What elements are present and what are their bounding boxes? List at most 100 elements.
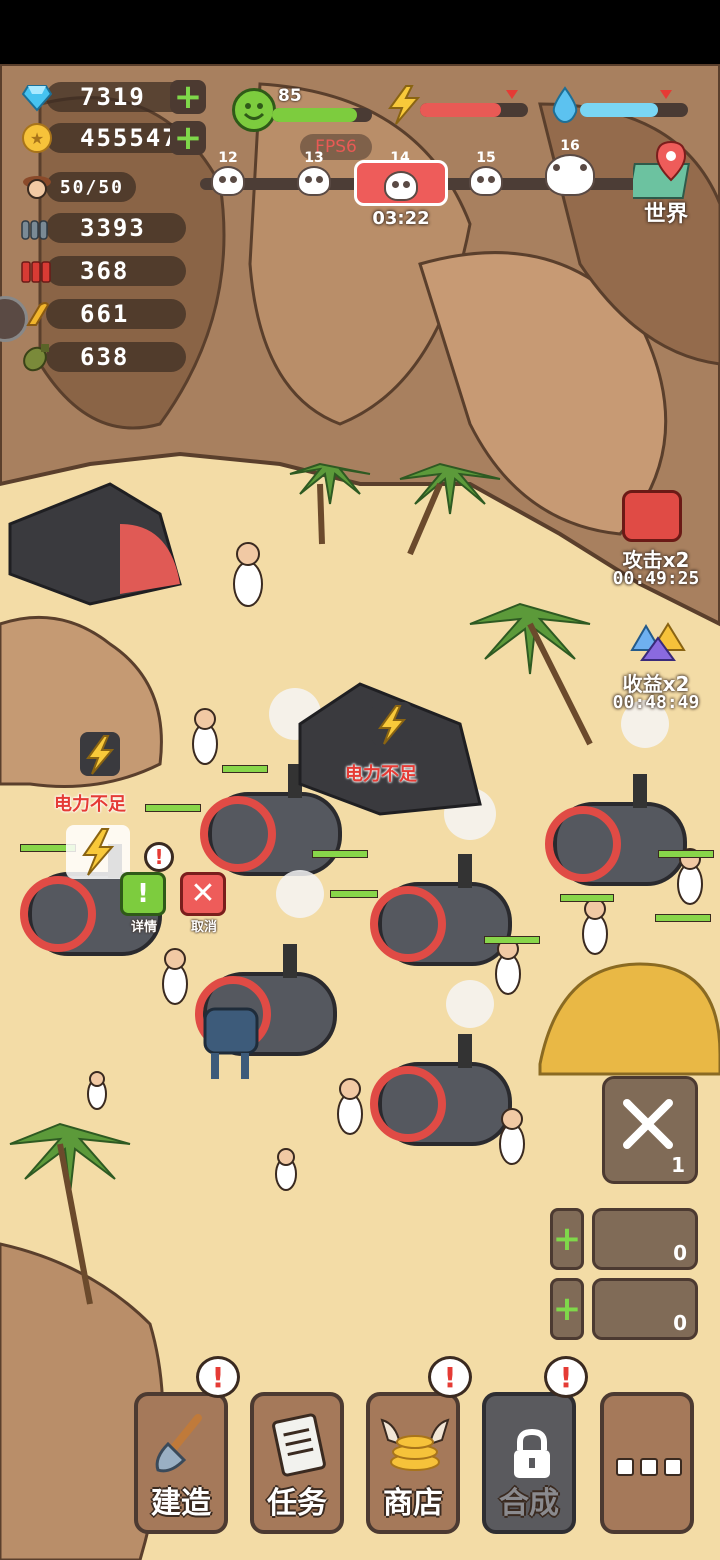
happiness-bar-fill <box>272 108 357 122</box>
worker-alert-bubble[interactable]: ! <box>144 842 174 872</box>
bombs-resource: 638 <box>20 340 186 374</box>
lock-icon <box>514 1428 550 1478</box>
income-boost-button[interactable]: 收益x2 00:48:49 <box>600 620 712 720</box>
power-icon <box>386 84 422 126</box>
bombs-count: 638 <box>46 342 186 372</box>
add-slot-2-button[interactable]: + <box>550 1278 584 1340</box>
wave-label: 15 <box>476 150 496 166</box>
skull-icon <box>211 166 245 196</box>
gunner-avatar-icon <box>622 490 682 542</box>
wave-countdown: 03:22 <box>372 208 430 229</box>
bullets-count: 3393 <box>46 213 186 243</box>
population-resource: 50/50 <box>20 170 150 204</box>
resource-slot-1-count: 0 <box>673 1241 687 1265</box>
happiness-value: 85 <box>278 86 302 106</box>
wave-node-16-boss[interactable]: 16 <box>540 138 600 196</box>
repair-tools-button[interactable]: 1 <box>602 1076 698 1184</box>
selected-power-warning-icon <box>66 825 130 879</box>
svg-text:★: ★ <box>30 129 44 148</box>
shells-count: 368 <box>46 256 186 286</box>
cancel-icon: ✕ <box>180 872 226 916</box>
shop-label: 商店 <box>383 1486 443 1521</box>
power-warning-label: 电力不足 <box>345 764 417 785</box>
task-list-icon <box>272 1413 326 1477</box>
merge-label: 合成 <box>499 1486 559 1521</box>
shotgun-shells-icon <box>20 254 54 288</box>
power-drain-indicator <box>506 90 518 99</box>
wave-node-13[interactable]: 13 <box>292 150 336 196</box>
tasks-button[interactable]: 任务 <box>250 1392 344 1534</box>
cancel-label: 取消 <box>190 920 217 935</box>
boss-skull-icon <box>545 154 595 196</box>
gold-coins-icon <box>380 1418 450 1471</box>
bullets-resource: 3393 <box>20 211 186 245</box>
water-bar <box>580 103 688 117</box>
resource-slot-2-count: 0 <box>673 1311 687 1335</box>
power-bar-fill <box>420 103 501 117</box>
power-warning-icon <box>78 730 122 780</box>
income-boost-timer: 00:48:49 <box>612 692 700 713</box>
more-dots-icon <box>616 1458 682 1476</box>
tasks-label: 任务 <box>267 1486 327 1521</box>
build-label: 建造 <box>151 1486 211 1521</box>
rifle-bullet-icon <box>20 297 54 331</box>
shells-resource: 368 <box>20 254 186 288</box>
diamond-resource: 7319 <box>20 80 196 114</box>
shop-alert-bubble: ! <box>428 1356 472 1398</box>
attack-boost-timer: 00:49:25 <box>612 568 700 589</box>
skull-icon <box>384 171 418 201</box>
hp-bar <box>484 936 540 944</box>
shovel-icon <box>155 1414 202 1473</box>
water-drop-icon <box>550 86 580 124</box>
merge-button-locked[interactable]: 合成 <box>482 1392 576 1534</box>
resource-slot-1[interactable]: 0 <box>592 1208 698 1270</box>
cancel-button[interactable]: ✕ 取消 <box>180 872 228 935</box>
gold-resource: ★ 455547 <box>20 121 196 155</box>
hp-bar <box>658 850 714 858</box>
mortar-bomb-icon <box>20 340 54 374</box>
build-button[interactable]: 建造 <box>134 1392 228 1534</box>
more-menu-button[interactable] <box>600 1392 694 1534</box>
power-warning-icon <box>370 700 414 750</box>
population-count: 50/50 <box>46 172 136 202</box>
hp-bar <box>330 890 378 898</box>
merge-alert-bubble: ! <box>544 1356 588 1398</box>
add-slot-1-button[interactable]: + <box>550 1208 584 1270</box>
wave-node-14-current[interactable] <box>354 160 448 206</box>
details-icon: ! <box>120 872 166 916</box>
gem-stack-icon <box>630 622 686 661</box>
hp-bar <box>222 765 268 773</box>
wave-current-label: 14 <box>390 150 410 166</box>
water-bar-fill <box>580 103 658 117</box>
wave-label: 13 <box>304 150 324 166</box>
happiness-bar <box>272 108 372 122</box>
add-diamond-button[interactable]: + <box>170 80 206 114</box>
diamond-icon <box>20 80 54 114</box>
hp-bar <box>312 850 368 858</box>
attack-boost-button[interactable]: 攻击x2 00:49:25 <box>600 488 712 592</box>
power-bar <box>420 103 528 117</box>
add-gold-button[interactable]: + <box>170 121 206 155</box>
wrench-hammer-icon <box>623 1099 673 1149</box>
shop-button[interactable]: 商店 <box>366 1392 460 1534</box>
status-bar <box>0 0 720 64</box>
wave-node-12[interactable]: 12 <box>206 150 250 196</box>
world-map-button[interactable]: 世界 <box>627 140 702 230</box>
repair-tools-count: 1 <box>671 1153 685 1177</box>
power-warning-label: 电力不足 <box>54 794 126 815</box>
water-drain-indicator <box>660 90 672 99</box>
details-label: 详情 <box>130 920 157 935</box>
bullets-icon <box>20 211 54 245</box>
survivor-icon <box>20 170 54 204</box>
rifle-ammo-count: 661 <box>46 299 186 329</box>
details-button[interactable]: ! 详情 <box>120 872 168 935</box>
gold-coin-icon: ★ <box>20 121 54 155</box>
world-map-label: 世界 <box>643 202 688 227</box>
resource-slot-2[interactable]: 0 <box>592 1278 698 1340</box>
hp-bar <box>655 914 711 922</box>
skull-icon <box>297 166 331 196</box>
wave-label: 12 <box>218 150 238 166</box>
build-alert-bubble: ! <box>196 1356 240 1398</box>
happiness-icon <box>232 88 276 132</box>
wave-node-15[interactable]: 15 <box>464 150 508 196</box>
